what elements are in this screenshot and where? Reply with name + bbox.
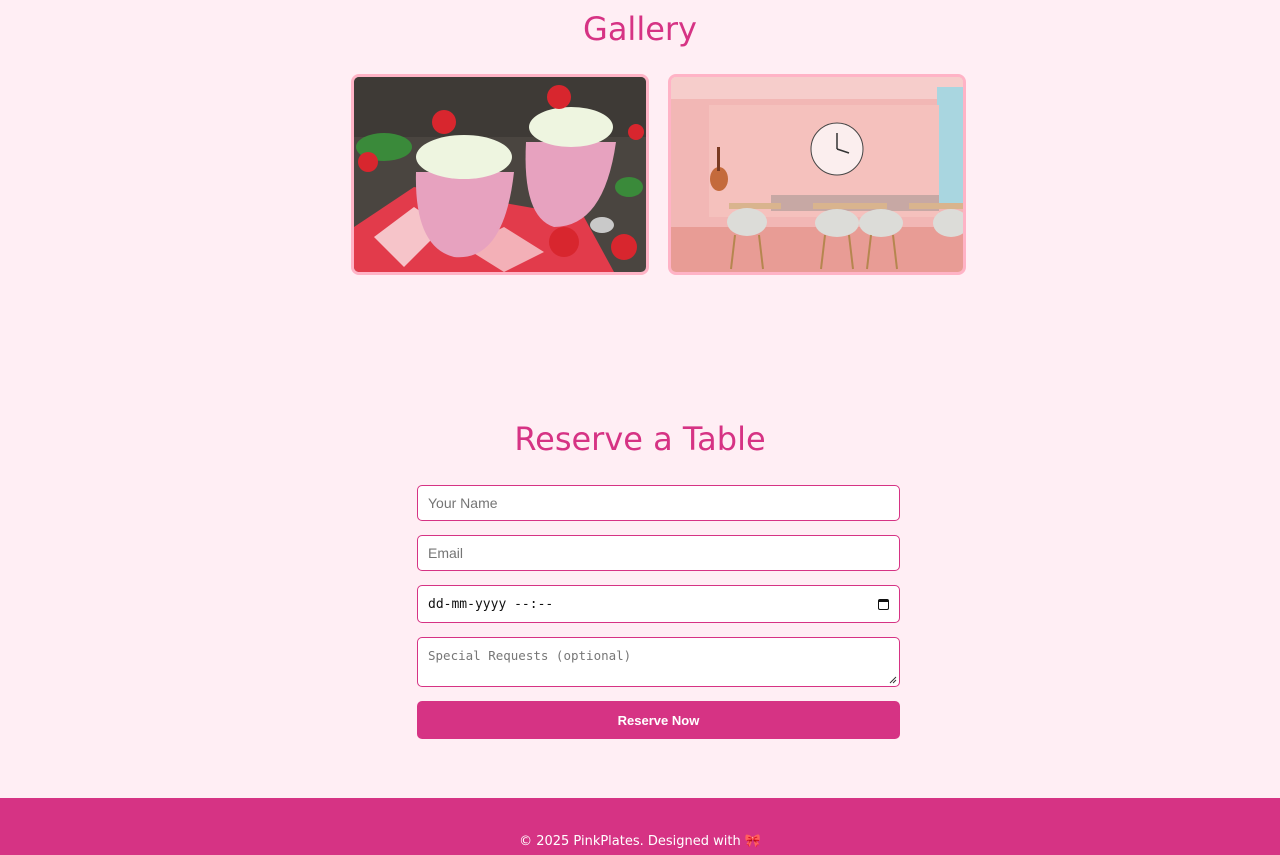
gallery-image-dessert [351, 74, 649, 275]
email-placeholder: Email [428, 545, 464, 561]
reservation-form: Your Name Email dd-mm-yyyy --:-- Special… [417, 485, 900, 739]
special-requests-textarea[interactable]: Special Requests (optional) [417, 637, 900, 687]
footer: © 2025 PinkPlates. Designed with 🎀 [0, 798, 1280, 855]
gallery-grid [351, 74, 966, 275]
name-input[interactable]: Your Name [417, 485, 900, 521]
reserve-now-button[interactable]: Reserve Now [417, 701, 900, 739]
strawberry-dessert-image [354, 77, 646, 272]
ribbon-icon: 🎀 [744, 834, 761, 849]
special-requests-placeholder: Special Requests (optional) [428, 648, 632, 663]
footer-text: © 2025 PinkPlates. Designed with [519, 834, 741, 849]
datetime-placeholder: dd-mm-yyyy --:-- [428, 596, 554, 612]
email-input[interactable]: Email [417, 535, 900, 571]
resize-handle-icon[interactable] [889, 676, 897, 684]
page: Gallery Reserve a Table Your Name Email … [0, 0, 1280, 855]
reserve-title: Reserve a Table [514, 420, 766, 458]
pink-dining-room-image [671, 77, 963, 272]
calendar-icon[interactable] [878, 598, 889, 610]
name-placeholder: Your Name [428, 495, 498, 511]
gallery-image-interior [668, 74, 966, 275]
gallery-title: Gallery [583, 10, 697, 48]
datetime-input[interactable]: dd-mm-yyyy --:-- [417, 585, 900, 623]
